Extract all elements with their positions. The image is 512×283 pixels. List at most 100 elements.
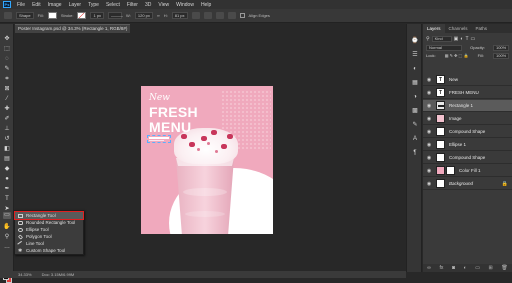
layer-row[interactable]: ◉ T New <box>423 74 512 86</box>
link-layers-icon[interactable]: ∞ <box>427 265 431 271</box>
filter-type-icon[interactable]: T <box>465 36 468 42</box>
tool-preset-icon[interactable] <box>4 12 12 19</box>
opacity-field[interactable]: 100% <box>492 44 509 51</box>
flyout-rounded-rectangle-tool[interactable]: Rounded Rectangle Tool <box>15 219 83 226</box>
lasso-tool-icon[interactable]: ◌ <box>3 56 11 63</box>
rectangle-tool-icon[interactable]: ▭ <box>3 212 11 219</box>
eye-icon[interactable]: ◉ <box>426 168 432 174</box>
menu-select[interactable]: Select <box>106 2 120 8</box>
history-brush-tool-icon[interactable]: ↺ <box>3 136 11 143</box>
clone-stamp-tool-icon[interactable]: ⊥ <box>3 126 11 133</box>
fill-field[interactable]: 100% <box>493 52 509 59</box>
history-panel-icon[interactable]: ⌚ <box>411 38 419 45</box>
fill-swatch[interactable] <box>47 12 57 19</box>
blur-tool-icon[interactable]: ◆ <box>3 166 11 173</box>
eye-icon[interactable]: ◉ <box>426 142 432 148</box>
menu-filter[interactable]: Filter <box>127 2 138 8</box>
adjustments-panel-icon[interactable]: ◐ <box>411 66 419 73</box>
path-arrangement-icon[interactable] <box>215 12 224 19</box>
menu-3d[interactable]: 3D <box>145 2 151 8</box>
menu-help[interactable]: Help <box>201 2 211 8</box>
gear-icon[interactable] <box>227 12 236 19</box>
eye-icon[interactable]: ◉ <box>426 155 432 161</box>
hand-tool-icon[interactable]: ✋ <box>3 224 11 231</box>
height-field[interactable]: 81 px <box>171 12 188 19</box>
tab-paths[interactable]: Paths <box>472 24 492 33</box>
brush-panel-icon[interactable]: ✎ <box>411 122 419 129</box>
flyout-ellipse-tool[interactable]: Ellipse Tool <box>15 226 83 233</box>
new-group-icon[interactable]: ▭ <box>475 265 480 271</box>
eye-icon[interactable]: ◉ <box>426 103 432 109</box>
filter-shape-icon[interactable]: ▭ <box>471 36 476 42</box>
eyedropper-tool-icon[interactable]: ⁄ <box>3 96 11 103</box>
frame-tool-icon[interactable]: ⊠ <box>3 86 11 93</box>
eye-icon[interactable]: ◉ <box>426 116 432 122</box>
layer-row[interactable]: ◉ Compound Shape <box>423 126 512 138</box>
blend-mode-select[interactable]: Normal <box>426 44 462 51</box>
color-panel-icon[interactable]: ◑ <box>411 94 419 101</box>
type-tool-icon[interactable]: T <box>3 196 11 203</box>
more-tools-icon[interactable]: … <box>3 244 11 251</box>
quick-select-tool-icon[interactable]: ✎ <box>3 66 11 73</box>
link-icon[interactable]: ∞ <box>157 13 160 18</box>
eye-icon[interactable]: ◉ <box>426 77 432 83</box>
move-tool-icon[interactable]: ✥ <box>3 36 11 43</box>
character-panel-icon[interactable]: A <box>411 136 419 143</box>
stroke-size-field[interactable]: 1 px <box>90 12 105 19</box>
libraries-panel-icon[interactable]: ▦ <box>411 80 419 87</box>
flyout-polygon-tool[interactable]: Polygon Tool <box>15 233 83 240</box>
paragraph-panel-icon[interactable]: ¶ <box>411 150 419 157</box>
path-operations-icon[interactable] <box>191 12 200 19</box>
shape-mode-select[interactable]: Shape <box>16 12 34 19</box>
brush-tool-icon[interactable]: ✐ <box>3 116 11 123</box>
flyout-custom-shape-tool[interactable]: ✱ Custom Shape Tool <box>15 247 83 254</box>
layer-row[interactable]: ◉ Compound Shape <box>423 152 512 164</box>
flyout-rectangle-tool[interactable]: Rectangle Tool <box>14 211 84 220</box>
healing-brush-tool-icon[interactable]: ✚ <box>3 106 11 113</box>
layer-row[interactable]: ◉ T FRESH MENU <box>423 87 512 99</box>
layer-row-selected[interactable]: ◉ Rectangle 1 <box>423 100 512 112</box>
eye-icon[interactable]: ◉ <box>426 90 432 96</box>
zoom-level[interactable]: 34.33% <box>18 272 32 277</box>
tab-channels[interactable]: Channels <box>445 24 472 33</box>
filter-pixel-icon[interactable]: ▣ <box>454 36 459 42</box>
pen-tool-icon[interactable]: ✒ <box>3 186 11 193</box>
dodge-tool-icon[interactable]: ● <box>3 176 11 183</box>
stroke-swatch[interactable] <box>77 12 87 19</box>
flyout-line-tool[interactable]: Line Tool <box>15 240 83 247</box>
marquee-tool-icon[interactable]: ⬚ <box>3 46 11 53</box>
menu-window[interactable]: Window <box>176 2 194 8</box>
crop-tool-icon[interactable]: ⌗ <box>3 76 11 83</box>
eye-icon[interactable]: ◉ <box>426 129 432 135</box>
menu-edit[interactable]: Edit <box>32 2 41 8</box>
menu-layer[interactable]: Layer <box>69 2 82 8</box>
width-field[interactable]: 120 px <box>134 12 153 19</box>
add-mask-icon[interactable]: ◙ <box>452 265 455 271</box>
eraser-tool-icon[interactable]: ◧ <box>3 146 11 153</box>
path-alignment-icon[interactable] <box>203 12 212 19</box>
menu-file[interactable]: File <box>17 2 25 8</box>
align-edges-checkbox[interactable] <box>239 13 245 18</box>
layer-row[interactable]: ◉ Ellipse 1 <box>423 139 512 151</box>
new-layer-icon[interactable]: ⊞ <box>489 265 493 271</box>
filter-kind-select[interactable]: Kind <box>431 35 452 42</box>
adjustment-layer-icon[interactable]: ◐ <box>464 265 467 271</box>
menu-type[interactable]: Type <box>88 2 99 8</box>
tab-layers[interactable]: Layers <box>423 24 445 33</box>
properties-panel-icon[interactable]: ☰ <box>411 52 419 59</box>
gradient-tool-icon[interactable]: ▤ <box>3 156 11 163</box>
trash-icon[interactable]: 🗑 <box>501 265 507 271</box>
layer-row[interactable]: ◉ Image <box>423 113 512 125</box>
swatches-panel-icon[interactable]: ▩ <box>411 108 419 115</box>
layer-row[interactable]: ◉ Background 🔒 <box>423 178 512 190</box>
artboard[interactable]: New FRESH MENU <box>141 86 273 234</box>
eye-icon[interactable]: ◉ <box>426 181 432 187</box>
lock-icons[interactable]: ▦ ✎ ✥ ⬚ 🔒 <box>445 53 469 58</box>
filter-adjustment-icon[interactable]: ◐ <box>460 36 463 42</box>
menu-view[interactable]: View <box>158 2 169 8</box>
layer-row[interactable]: ◉ Color Fill 1 <box>423 165 512 177</box>
stroke-type-select[interactable]: ——— <box>108 12 123 19</box>
layer-style-icon[interactable]: fx <box>439 265 443 271</box>
menu-image[interactable]: Image <box>48 2 62 8</box>
document-tab[interactable]: Poster Instagram.psd @ 34.3% (Rectangle … <box>15 24 130 39</box>
